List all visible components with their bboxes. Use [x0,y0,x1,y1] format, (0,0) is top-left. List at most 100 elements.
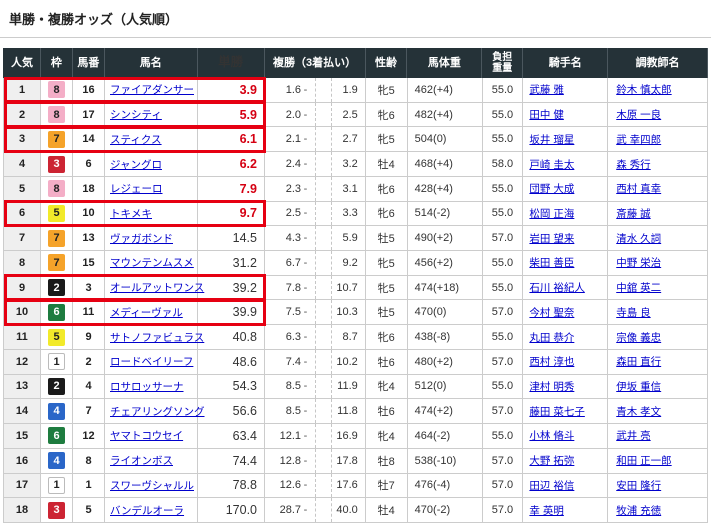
trainer-cell: 中舘 英二 [608,276,708,300]
place-odds-dash: - [301,158,310,170]
trainer-name-link[interactable]: 牧浦 充徳 [616,503,661,518]
sex-age-cell: 牝5 [366,78,408,102]
trainer-name-link[interactable]: 武井 亮 [616,428,650,443]
trainer-name-link[interactable]: 木原 一良 [616,107,661,122]
col-header-frame: 枠 [41,48,73,78]
jockey-name-link[interactable]: 幸 英明 [529,503,563,518]
jockey-name-link[interactable]: 津村 明秀 [529,379,574,394]
trainer-name-link[interactable]: 西村 真幸 [616,181,661,196]
impost-cell: 57.0 [483,226,524,250]
win-odds: 63.4 [198,424,265,448]
jockey-name-link[interactable]: 団野 大成 [529,181,574,196]
frame-badge: 7 [48,131,65,148]
frame-cell: 7 [41,127,73,151]
place-odds-low: 6.3 [265,331,301,343]
trainer-name-link[interactable]: 斎藤 誠 [616,206,650,221]
jockey-cell: 松岡 正海 [523,202,608,226]
sex-age-cell: 牡5 [366,300,408,324]
horse-number-cell: 5 [73,498,105,522]
frame-badge: 3 [48,502,65,519]
horse-name-link[interactable]: ヴァガボンド [110,231,173,246]
jockey-name-link[interactable]: 丸田 恭介 [529,330,574,345]
win-odds: 74.4 [198,449,265,473]
trainer-name-link[interactable]: 伊坂 重信 [616,379,661,394]
trainer-name-link[interactable]: 和田 正一郎 [616,453,671,468]
horse-name-link[interactable]: トキメキ [110,206,152,221]
horse-name-link[interactable]: サトノファビュラス [110,330,204,345]
rank-cell: 18 [4,498,41,522]
sex-age-cell: 牡5 [366,226,408,250]
horse-name-link[interactable]: スティクス [110,132,162,147]
jockey-name-link[interactable]: 松岡 正海 [529,206,574,221]
jockey-name-link[interactable]: 西村 淳也 [529,354,574,369]
jockey-cell: 石川 裕紀人 [523,276,608,300]
win-odds: 14.5 [198,226,265,250]
table-row: 4 3 6 ジャングロ 6.2 2.4 - 3.2 牡4 468(+4) 58.… [3,152,708,177]
jockey-cell: 幸 英明 [523,498,608,522]
place-odds-low: 12.8 [265,455,301,467]
jockey-name-link[interactable]: 大野 拓弥 [529,453,574,468]
trainer-name-link[interactable]: 清水 久詞 [616,231,661,246]
jockey-name-link[interactable]: 石川 裕紀人 [529,280,584,295]
trainer-name-link[interactable]: 鈴木 慎太郎 [616,82,671,97]
impost-cell: 57.0 [483,449,524,473]
jockey-name-link[interactable]: 岩田 望来 [529,231,574,246]
horse-name-cell: ロードベイリーフ [105,350,198,374]
trainer-name-link[interactable]: 青木 孝文 [616,404,661,419]
trainer-cell: 和田 正一郎 [608,449,708,473]
horse-name-link[interactable]: スワーヴシャルル [110,478,194,493]
horse-name-link[interactable]: オールアットワンス [110,280,204,295]
odds-table: 人気 枠 馬番 馬名 単勝 複勝（3着払い） 性齢 馬体重 負担 重量 騎手名 … [3,48,708,523]
trainer-name-link[interactable]: 森 秀行 [616,157,650,172]
place-odds-divider [315,325,332,349]
win-odds: 54.3 [198,375,265,399]
rank-cell: 1 [4,78,41,102]
jockey-name-link[interactable]: 柴田 善臣 [529,255,574,270]
trainer-cell: 牧浦 充徳 [608,498,708,522]
trainer-name-link[interactable]: 宗像 義忠 [616,330,661,345]
impost-cell: 55.0 [483,325,524,349]
horse-name-link[interactable]: ファイアダンサー [110,82,194,97]
jockey-name-link[interactable]: 武藤 雅 [529,82,563,97]
sex-age-cell: 牝6 [366,202,408,226]
horse-name-link[interactable]: ジャングロ [110,157,162,172]
horse-number-cell: 2 [73,350,105,374]
horse-name-link[interactable]: ロードベイリーフ [110,354,193,369]
jockey-name-link[interactable]: 坂井 瑠星 [529,132,574,147]
jockey-name-link[interactable]: 田辺 裕信 [529,478,574,493]
weight-cell: 504(0) [408,127,483,151]
horse-name-link[interactable]: バンデルオーラ [110,503,184,518]
win-odds: 40.8 [198,325,265,349]
jockey-cell: 丸田 恭介 [523,325,608,349]
horse-name-link[interactable]: レジェーロ [110,181,163,196]
place-odds-divider [315,449,332,473]
place-odds-dash: - [301,405,310,417]
place-odds-cell: 2.4 - 3.2 [265,152,366,176]
jockey-name-link[interactable]: 小林 脩斗 [529,428,574,443]
jockey-cell: 田中 健 [523,103,608,127]
jockey-name-link[interactable]: 藤田 菜七子 [529,404,584,419]
place-odds-high: 10.2 [332,356,365,368]
trainer-name-link[interactable]: 武 幸四郎 [616,132,661,147]
trainer-name-link[interactable]: 安田 隆行 [616,478,661,493]
horse-name-link[interactable]: ロサロッサーナ [110,379,184,394]
jockey-name-link[interactable]: 戸崎 圭太 [529,157,574,172]
rank-cell: 14 [4,399,41,423]
horse-name-link[interactable]: ライオンボス [110,453,173,468]
trainer-name-link[interactable]: 中野 栄治 [616,255,661,270]
trainer-name-link[interactable]: 森田 直行 [616,354,661,369]
weight-cell: 480(+2) [408,350,483,374]
place-odds-high: 1.9 [332,84,365,96]
trainer-name-link[interactable]: 中舘 英二 [616,280,661,295]
horse-name-link[interactable]: チェアリングソング [110,404,205,419]
horse-name-link[interactable]: シンシティ [110,107,162,122]
win-odds: 170.0 [198,498,265,522]
col-header-place: 複勝（3着払い） [265,48,366,78]
horse-name-link[interactable]: マウンテンムスメ [110,255,194,270]
jockey-name-link[interactable]: 今村 聖奈 [529,305,574,320]
horse-name-link[interactable]: メディーヴァル [110,305,183,320]
trainer-name-link[interactable]: 寺島 良 [616,305,650,320]
horse-name-link[interactable]: ヤマトコウセイ [110,428,183,443]
jockey-name-link[interactable]: 田中 健 [529,107,563,122]
table-row: 5 8 18 レジェーロ 7.9 2.3 - 3.1 牝6 428(+4) 55… [3,177,708,202]
